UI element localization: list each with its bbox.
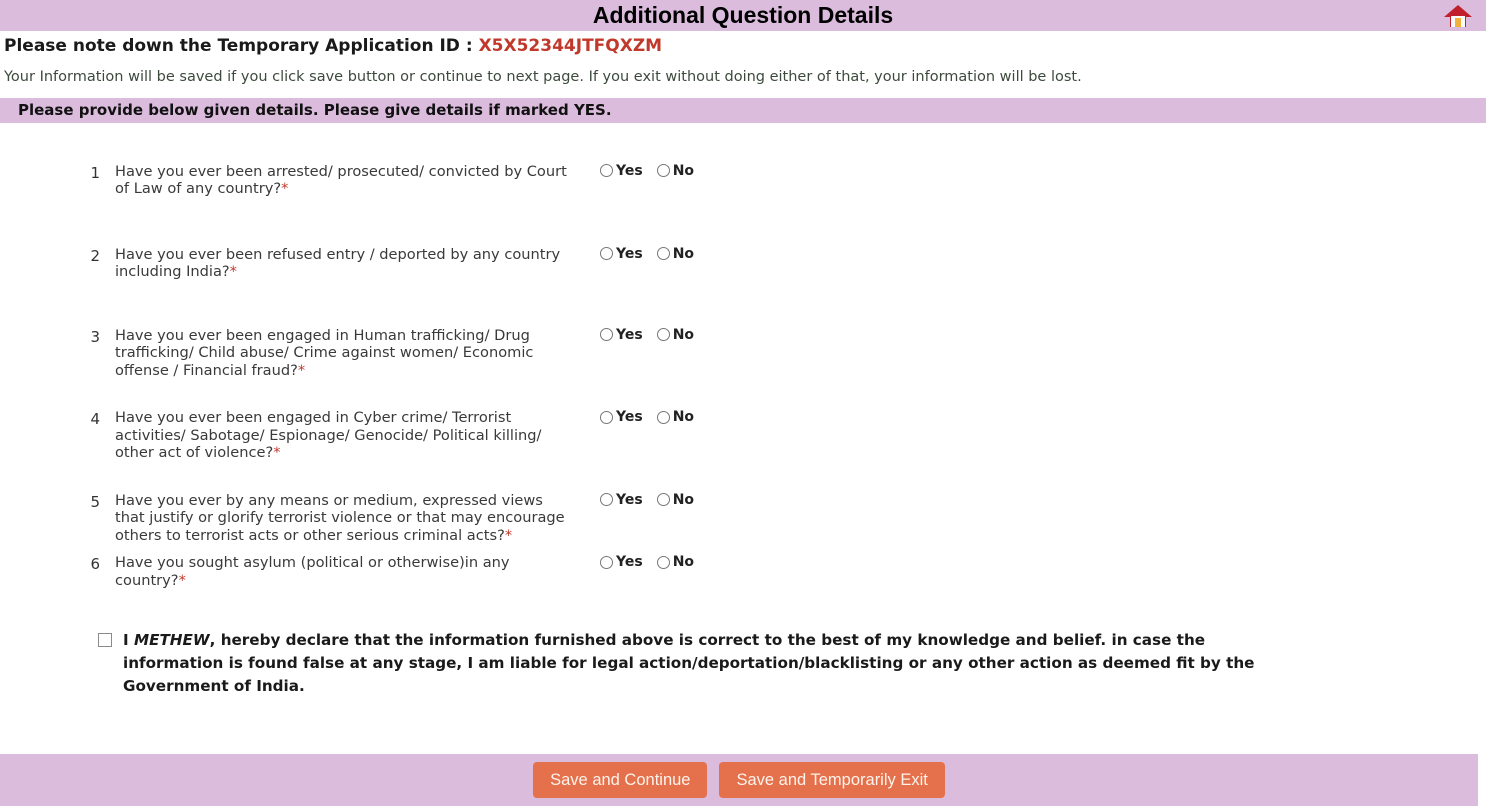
app-id-value: X5X52344JTFQXZM <box>478 36 663 56</box>
radio-circle-icon[interactable] <box>600 555 613 569</box>
radio-yes-label: Yes <box>616 409 643 426</box>
page-header: Additional Question Details <box>0 0 1486 31</box>
radio-no-1[interactable]: No <box>656 162 695 179</box>
question-label: Have you sought asylum (political or oth… <box>115 554 510 589</box>
radio-no-label: No <box>672 409 695 426</box>
radio-yes-label: Yes <box>616 491 643 508</box>
question-row-2: 2 Have you ever been refused entry / dep… <box>0 246 1486 281</box>
declaration-prefix: I <box>123 631 134 650</box>
radio-no-label: No <box>672 554 695 571</box>
radio-circle-icon[interactable] <box>600 247 613 261</box>
radio-no-4[interactable]: No <box>656 409 695 426</box>
radio-circle-icon[interactable] <box>656 164 670 178</box>
required-asterisk: * <box>273 444 281 462</box>
required-asterisk: * <box>178 571 186 589</box>
declaration-checkbox[interactable] <box>98 633 112 648</box>
radio-yes-label: Yes <box>616 162 643 179</box>
radio-yes-4[interactable]: Yes <box>600 410 643 424</box>
question-number: 1 <box>90 163 100 182</box>
radio-circle-icon[interactable] <box>600 164 613 178</box>
radio-circle-icon[interactable] <box>600 328 613 342</box>
save-and-temporarily-exit-button[interactable]: Save and Temporarily Exit <box>719 761 945 799</box>
question-answer-options: Yes No <box>600 492 708 507</box>
radio-circle-icon[interactable] <box>656 410 670 424</box>
home-icon[interactable] <box>1436 0 1480 31</box>
question-label: Have you ever been arrested/ prosecuted/… <box>115 162 567 198</box>
question-text: Have you sought asylum (political or oth… <box>112 554 567 589</box>
question-row-3: 3 Have you ever been engaged in Human tr… <box>0 327 1486 380</box>
radio-no-3[interactable]: No <box>656 326 695 343</box>
question-number: 6 <box>90 555 100 574</box>
page-title: Additional Question Details <box>592 2 894 28</box>
question-row-4: 4 Have you ever been engaged in Cyber cr… <box>0 409 1486 462</box>
question-answer-options: Yes No <box>600 327 708 342</box>
radio-circle-icon[interactable] <box>600 493 613 507</box>
radio-circle-icon[interactable] <box>656 328 670 342</box>
radio-no-label: No <box>672 326 695 343</box>
radio-no-label: No <box>672 491 695 508</box>
radio-yes-label: Yes <box>616 554 643 571</box>
radio-circle-icon[interactable] <box>656 555 670 569</box>
radio-yes-1[interactable]: Yes <box>600 164 643 178</box>
radio-no-label: No <box>672 245 695 262</box>
question-label: Have you ever been engaged in Cyber crim… <box>115 409 542 462</box>
question-text: Have you ever by any means or medium, ex… <box>112 492 567 545</box>
question-answer-options: Yes No <box>600 163 708 178</box>
question-label: Have you ever by any means or medium, ex… <box>115 491 565 544</box>
radio-no-2[interactable]: No <box>656 245 695 262</box>
question-row-5: 5 Have you ever by any means or medium, … <box>0 492 1486 545</box>
required-asterisk: * <box>229 263 237 281</box>
app-id-label: Please note down the Temporary Applicati… <box>4 36 479 56</box>
question-label: Have you ever been engaged in Human traf… <box>115 326 534 379</box>
section-instruction-text: Please provide below given details. Plea… <box>18 101 612 120</box>
question-answer-options: Yes No <box>600 246 708 261</box>
footer-action-bar: Save and Continue Save and Temporarily E… <box>0 754 1478 806</box>
radio-no-5[interactable]: No <box>656 491 695 508</box>
question-label: Have you ever been refused entry / depor… <box>115 245 561 281</box>
questions-list: 1 Have you ever been arrested/ prosecute… <box>0 123 1486 590</box>
question-row-1: 1 Have you ever been arrested/ prosecute… <box>0 163 1486 198</box>
radio-yes-2[interactable]: Yes <box>600 247 643 261</box>
radio-yes-5[interactable]: Yes <box>600 493 643 507</box>
radio-yes-6[interactable]: Yes <box>600 555 643 569</box>
radio-circle-icon[interactable] <box>600 410 613 424</box>
question-number: 3 <box>90 327 100 346</box>
radio-circle-icon[interactable] <box>656 247 670 261</box>
declaration-body: , hereby declare that the information fu… <box>123 631 1255 696</box>
radio-circle-icon[interactable] <box>656 493 670 507</box>
required-asterisk: * <box>281 180 289 198</box>
save-and-continue-button[interactable]: Save and Continue <box>533 761 708 799</box>
declaration-applicant-name: METHEW <box>133 631 210 650</box>
radio-yes-3[interactable]: Yes <box>600 328 643 342</box>
question-answer-options: Yes No <box>600 554 708 569</box>
required-asterisk: * <box>297 361 306 379</box>
radio-yes-label: Yes <box>616 326 643 343</box>
question-answer-options: Yes No <box>600 409 708 424</box>
required-asterisk: * <box>504 526 513 544</box>
radio-no-6[interactable]: No <box>656 554 695 571</box>
declaration-text: I METHEW, hereby declare that the inform… <box>123 629 1281 698</box>
question-text: Have you ever been arrested/ prosecuted/… <box>112 163 567 198</box>
question-text: Have you ever been engaged in Cyber crim… <box>112 409 567 462</box>
radio-no-label: No <box>672 162 695 179</box>
temporary-application-id: Please note down the Temporary Applicati… <box>0 31 1486 57</box>
declaration-block: I METHEW, hereby declare that the inform… <box>0 629 1486 698</box>
question-row-6: 6 Have you sought asylum (political or o… <box>0 554 1486 589</box>
save-information-note: Your Information will be saved if you cl… <box>4 68 1082 85</box>
question-text: Have you ever been refused entry / depor… <box>112 246 567 281</box>
question-number: 5 <box>90 492 100 511</box>
radio-yes-label: Yes <box>616 245 643 262</box>
question-number: 2 <box>90 246 100 265</box>
question-number: 4 <box>90 410 100 429</box>
section-instruction-bar: Please provide below given details. Plea… <box>0 97 1486 123</box>
question-text: Have you ever been engaged in Human traf… <box>112 327 567 380</box>
